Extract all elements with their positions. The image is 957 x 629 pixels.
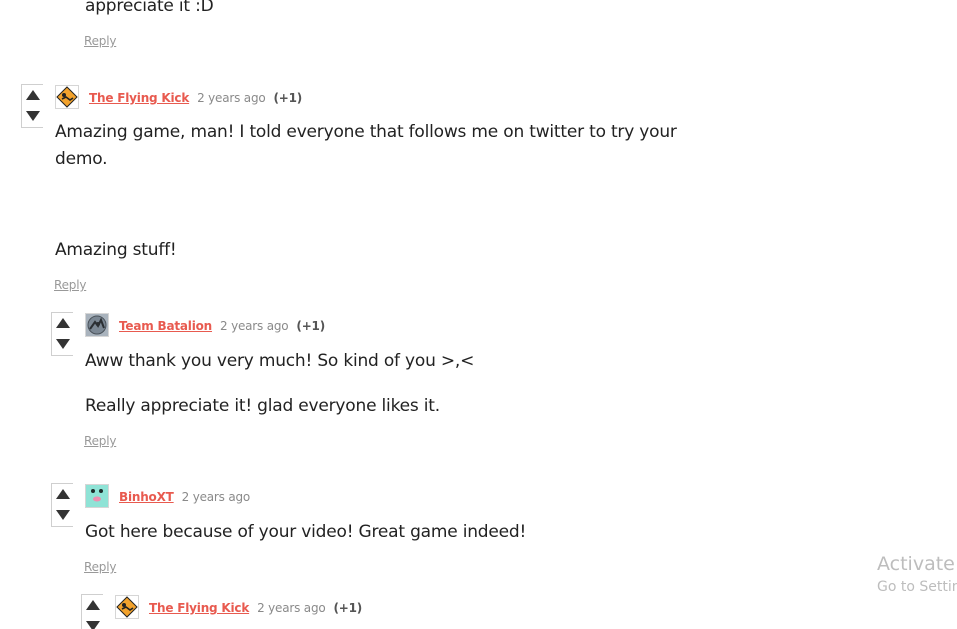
comment-meta: The Flying Kick 2 years ago (+1) [89,90,302,106]
team-batalion-avatar[interactable] [85,313,109,337]
downvote-arrow-icon[interactable] [25,110,41,124]
timestamp[interactable]: 2 years ago [197,91,266,105]
author-link[interactable]: The Flying Kick [149,601,249,615]
downvote-arrow-icon[interactable] [55,338,71,352]
comment-meta: BinhoXT 2 years ago [119,489,250,505]
comment-score: (+1) [333,601,363,615]
upvote-arrow-icon[interactable] [25,89,41,103]
flying-kick-avatar[interactable] [115,595,139,619]
comment-text: Got here because of your video! Great ga… [85,522,527,542]
vote-box [51,312,73,356]
reply-link[interactable]: Reply [84,560,116,574]
author-link[interactable]: Team Batalion [119,319,212,333]
activation-watermark-subtitle: Go to Settin [877,579,957,595]
binhoxt-avatar[interactable] [85,484,109,508]
reply-link[interactable]: Reply [84,34,116,48]
comment-text: Aww thank you very much! So kind of you … [85,351,475,371]
activation-watermark-title: Activate W [877,553,957,575]
comment-text: Amazing stuff! [55,240,177,260]
comment-score: (+1) [273,91,303,105]
vote-box [51,483,73,527]
comments-page: appreciate it :D Reply The Flying Kick 2 … [0,0,957,629]
timestamp[interactable]: 2 years ago [182,490,251,504]
vote-box [21,84,43,128]
comment-text: demo. [55,149,108,169]
comment-text: appreciate it :D [85,0,214,16]
comment-text: Really appreciate it! glad everyone like… [85,396,440,416]
upvote-arrow-icon[interactable] [55,317,71,331]
downvote-arrow-icon[interactable] [55,509,71,523]
comment-score: (+1) [296,319,325,333]
reply-link[interactable]: Reply [54,278,86,292]
downvote-arrow-icon[interactable] [85,620,101,629]
flying-kick-avatar[interactable] [55,85,79,109]
timestamp[interactable]: 2 years ago [257,601,326,615]
comment-meta: The Flying Kick 2 years ago (+1) [149,600,362,616]
author-link[interactable]: The Flying Kick [89,91,189,105]
author-link[interactable]: BinhoXT [119,490,174,504]
reply-link[interactable]: Reply [84,434,116,448]
comment-meta: Team Batalion 2 years ago (+1) [119,318,325,334]
timestamp[interactable]: 2 years ago [220,319,289,333]
upvote-arrow-icon[interactable] [85,599,101,613]
upvote-arrow-icon[interactable] [55,488,71,502]
comment-text: Amazing game, man! I told everyone that … [55,122,677,142]
vote-box [81,594,103,629]
